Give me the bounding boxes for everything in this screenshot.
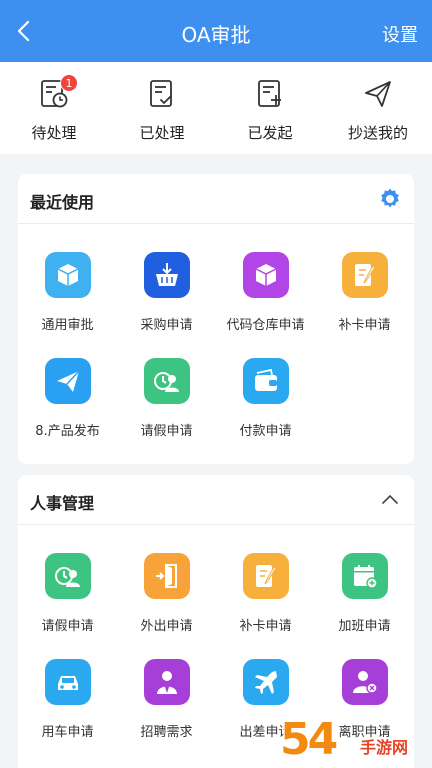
tab-cc-me[interactable]: 抄送我的 [324, 62, 432, 154]
tab-pending[interactable]: 1 待处理 [0, 62, 108, 154]
processed-icon [150, 80, 172, 107]
watermark-logo: 54 手游网 [280, 714, 430, 766]
pending-count-badge: 1 [60, 74, 78, 92]
page-title: OA审批 [181, 23, 251, 47]
app-label: 通用审批 [41, 318, 94, 333]
tab-initiated[interactable]: 已发起 [216, 62, 324, 154]
watermark-text: 手游网 [360, 738, 409, 757]
paper-plane-icon [44, 358, 91, 404]
app-label: 外出申请 [140, 619, 193, 634]
app-label: 代码仓库申请 [226, 318, 305, 333]
person-remove-icon [341, 659, 388, 705]
app-overtime-request[interactable]: 加班申请 [315, 553, 414, 634]
tab-label: 待处理 [31, 124, 77, 142]
section-title: 最近使用 [30, 193, 95, 212]
cube-icon [242, 252, 289, 298]
app-label: 请假申请 [140, 424, 193, 439]
tab-processed[interactable]: 已处理 [108, 62, 216, 154]
app-clock-in-correction[interactable]: 补卡申请 [315, 252, 414, 333]
basket-icon [143, 252, 190, 298]
app-general-approval[interactable]: 通用审批 [18, 252, 117, 333]
app-label: 请假申请 [41, 619, 94, 634]
app-outing-request[interactable]: 外出申请 [117, 553, 216, 634]
wallet-icon [242, 358, 289, 404]
tab-label: 已处理 [139, 124, 185, 142]
tab-label: 抄送我的 [347, 124, 408, 142]
app-payment-request[interactable]: 付款申请 [216, 358, 315, 439]
leave-icon [44, 553, 91, 599]
app-label: 补卡申请 [239, 619, 292, 634]
app-product-release[interactable]: 8.产品发布 [18, 358, 117, 439]
person-tie-icon [143, 659, 190, 705]
gear-icon[interactable] [378, 187, 402, 211]
airplane-icon [242, 659, 289, 705]
initiated-icon [258, 80, 281, 107]
door-exit-icon [143, 553, 190, 599]
app-recruitment-request[interactable]: 招聘需求 [117, 659, 216, 740]
app-purchase-request[interactable]: 采购申请 [117, 252, 216, 333]
app-leave-request[interactable]: 请假申请 [117, 358, 216, 439]
tab-label: 已发起 [247, 124, 293, 142]
app-header: OA审批 设置 [0, 0, 432, 62]
app-label: 采购申请 [140, 318, 193, 333]
chevron-up-icon[interactable] [378, 488, 402, 512]
app-label: 用车申请 [41, 725, 94, 740]
status-tabs: 1 待处理 已处理 已发起 抄送我的 [0, 62, 432, 154]
leave-icon [143, 358, 190, 404]
cube-icon [44, 252, 91, 298]
cc-me-icon [365, 81, 391, 107]
watermark-number: 54 [280, 714, 338, 765]
app-label: 8.产品发布 [35, 424, 100, 439]
car-icon [44, 659, 91, 705]
app-label: 加班申请 [338, 619, 391, 634]
settings-button[interactable]: 设置 [382, 21, 418, 47]
note-pen-icon [341, 252, 388, 298]
app-label: 补卡申请 [338, 318, 391, 333]
note-pen-icon [242, 553, 289, 599]
app-code-repo-request[interactable]: 代码仓库申请 [216, 252, 315, 333]
calendar-add-icon [341, 553, 388, 599]
app-leave-request[interactable]: 请假申请 [18, 553, 117, 634]
section-title: 人事管理 [30, 494, 95, 513]
app-vehicle-request[interactable]: 用车申请 [18, 659, 117, 740]
recent-section: 最近使用 通用审批 采购申请 代码仓库申请 补卡申请 8.产品发布 请假申请 付… [18, 174, 414, 464]
app-label: 招聘需求 [140, 725, 193, 740]
app-label: 付款申请 [239, 424, 292, 439]
app-clock-in-correction[interactable]: 补卡申请 [216, 553, 315, 634]
